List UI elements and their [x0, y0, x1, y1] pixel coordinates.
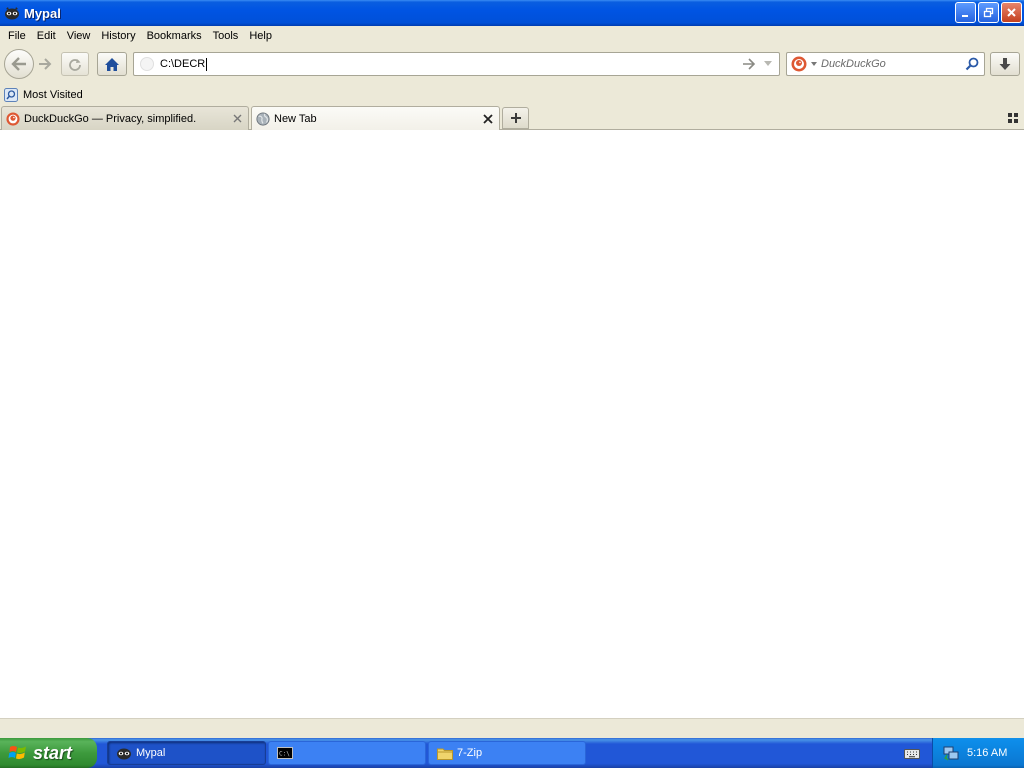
url-text[interactable]: C:\DECR [160, 58, 205, 70]
taskbar: start Mypal C:\ 7-Zip 5:16 AM [0, 738, 1024, 768]
tab-strip: DuckDuckGo — Privacy, simplified. New Ta… [0, 106, 1024, 131]
system-tray: 5:16 AM [932, 738, 1024, 768]
menu-view[interactable]: View [62, 30, 96, 42]
clock[interactable]: 5:16 AM [967, 747, 1007, 759]
menu-help[interactable]: Help [244, 30, 277, 42]
new-tab-button[interactable] [502, 107, 529, 129]
close-tab-icon[interactable] [230, 112, 244, 126]
reload-icon [69, 59, 81, 71]
back-button[interactable] [4, 49, 34, 79]
forward-button[interactable] [35, 55, 55, 73]
command-prompt-icon: C:\ [277, 745, 293, 761]
plus-icon [510, 113, 521, 123]
text-caret [206, 57, 208, 71]
search-input[interactable] [821, 58, 964, 70]
go-arrow-icon[interactable] [741, 57, 757, 71]
mypal-raccoon-icon [116, 745, 132, 761]
download-icon [999, 57, 1011, 70]
close-icon [1007, 8, 1016, 17]
chevron-down-icon [811, 62, 817, 66]
minimize-icon [962, 15, 968, 17]
taskbar-item-command-prompt[interactable]: C:\ [268, 741, 426, 765]
navigation-toolbar: C:\DECR [0, 46, 1024, 82]
menu-edit[interactable]: Edit [32, 30, 61, 42]
tab-label: New Tab [274, 113, 317, 125]
window-controls [955, 2, 1022, 23]
taskbar-item-label: 7-Zip [457, 747, 483, 759]
chevron-down-icon[interactable] [761, 57, 775, 71]
bookmark-label: Most Visited [23, 89, 83, 101]
tab-new-tab[interactable]: New Tab [251, 106, 500, 131]
menu-bar: File Edit View History Bookmarks Tools H… [0, 26, 1024, 46]
downloads-button[interactable] [990, 52, 1020, 76]
windows-logo-icon [8, 746, 26, 760]
reload-button[interactable] [61, 52, 89, 76]
start-button[interactable]: start [0, 738, 97, 768]
grid-icon [1008, 113, 1018, 123]
search-bar[interactable] [786, 52, 985, 76]
bookmark-most-visited[interactable]: Most Visited [0, 88, 83, 102]
magnifier-icon[interactable] [964, 56, 980, 72]
menu-bookmarks[interactable]: Bookmarks [142, 30, 207, 42]
keyboard-icon[interactable] [904, 746, 920, 760]
taskbar-item-label: Mypal [136, 747, 166, 759]
taskbar-item-mypal[interactable]: Mypal [107, 741, 266, 765]
search-engine-button[interactable] [791, 56, 821, 72]
start-label: start [33, 742, 73, 763]
folder-icon [437, 745, 453, 761]
globe-icon [256, 112, 270, 126]
home-button[interactable] [97, 52, 127, 76]
list-all-tabs-button[interactable] [1006, 111, 1020, 125]
menu-file[interactable]: File [3, 30, 31, 42]
restore-icon [983, 7, 994, 18]
home-icon [105, 57, 119, 71]
menu-tools[interactable]: Tools [208, 30, 244, 42]
close-button[interactable] [1001, 2, 1022, 23]
page-content-area[interactable] [0, 130, 1024, 718]
mypal-raccoon-icon [4, 5, 20, 21]
tab-duckduckgo[interactable]: DuckDuckGo — Privacy, simplified. [1, 106, 249, 130]
network-icon[interactable] [943, 745, 959, 761]
bookmarks-toolbar: Most Visited [0, 84, 1024, 106]
restore-button[interactable] [978, 2, 999, 23]
close-tab-icon[interactable] [481, 112, 495, 126]
svg-text:C:\: C:\ [279, 751, 290, 758]
taskbar-item-7zip[interactable]: 7-Zip [428, 741, 586, 765]
menu-history[interactable]: History [96, 30, 140, 42]
forward-arrow-icon [39, 58, 52, 70]
url-bar[interactable]: C:\DECR [133, 52, 780, 76]
minimize-button[interactable] [955, 2, 976, 23]
back-arrow-icon [11, 57, 26, 71]
most-visited-icon [4, 88, 18, 102]
window-titlebar[interactable]: Mypal [0, 0, 1024, 26]
duckduckgo-icon [791, 56, 807, 72]
status-bar [0, 718, 1024, 738]
window-title: Mypal [24, 5, 61, 21]
page-favicon-icon [140, 57, 154, 71]
tab-label: DuckDuckGo — Privacy, simplified. [24, 112, 197, 125]
duckduckgo-icon [6, 111, 20, 126]
